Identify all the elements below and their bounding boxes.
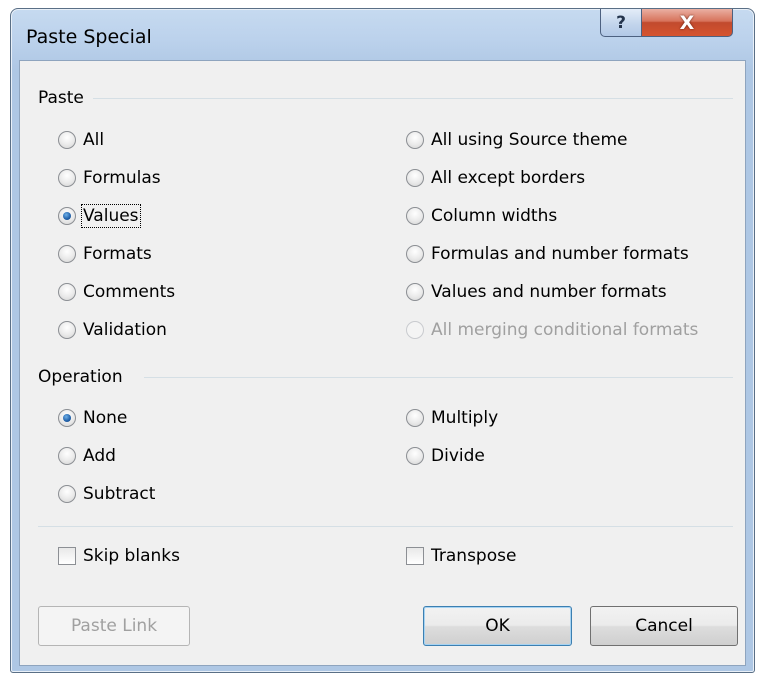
transpose-option[interactable]: Transpose <box>406 544 516 568</box>
radio-button[interactable] <box>406 409 424 427</box>
paste-option-formulas-and-number-formats[interactable]: Formulas and number formats <box>406 242 689 266</box>
paste-link-button: Paste Link <box>38 606 190 646</box>
radio-button[interactable] <box>58 485 76 503</box>
radio-button[interactable] <box>406 207 424 225</box>
option-label: Multiply <box>431 408 499 428</box>
paste-option-all[interactable]: All <box>58 128 104 152</box>
radio-button[interactable] <box>406 131 424 149</box>
option-label: All except borders <box>431 168 586 188</box>
radio-button[interactable] <box>58 283 76 301</box>
skip-blanks-checkbox[interactable] <box>58 547 76 565</box>
operation-option-subtract[interactable]: Subtract <box>58 482 155 506</box>
operation-group-divider <box>144 377 733 378</box>
paste-option-column-widths[interactable]: Column widths <box>406 204 557 228</box>
operation-option-none[interactable]: None <box>58 406 127 430</box>
radio-button-disabled <box>406 321 424 339</box>
radio-button[interactable] <box>406 169 424 187</box>
option-label: Divide <box>431 446 485 466</box>
ok-button[interactable]: OK <box>423 606 572 646</box>
radio-button[interactable] <box>58 245 76 263</box>
radio-button-selected[interactable] <box>58 207 76 225</box>
operation-option-multiply[interactable]: Multiply <box>406 406 498 430</box>
radio-button-selected[interactable] <box>58 409 76 427</box>
option-label: Values and number formats <box>431 282 667 302</box>
radio-button[interactable] <box>58 131 76 149</box>
transpose-checkbox[interactable] <box>406 547 424 565</box>
option-label: All merging conditional formats <box>431 320 699 340</box>
title-bar[interactable]: Paste Special ? X <box>11 9 754 59</box>
radio-button[interactable] <box>406 447 424 465</box>
radio-button[interactable] <box>58 169 76 187</box>
option-label: Formats <box>83 244 152 264</box>
option-label: Formulas and number formats <box>431 244 689 264</box>
transpose-label: Transpose <box>431 546 517 566</box>
option-label: Formulas <box>83 168 161 188</box>
paste-option-values[interactable]: Values <box>58 204 141 228</box>
option-label: Comments <box>83 282 176 302</box>
skip-blanks-label: Skip blanks <box>83 546 180 566</box>
cancel-button[interactable]: Cancel <box>590 606 738 646</box>
radio-button[interactable] <box>58 447 76 465</box>
dialog-body: Paste All Formulas Values Formats Commen… <box>19 60 746 666</box>
radio-button[interactable] <box>58 321 76 339</box>
section-divider <box>38 526 733 527</box>
paste-option-validation[interactable]: Validation <box>58 318 167 342</box>
option-label: Column widths <box>431 206 558 226</box>
paste-option-all-except-borders[interactable]: All except borders <box>406 166 585 190</box>
help-button[interactable]: ? <box>600 9 642 37</box>
option-label: All using Source theme <box>431 130 628 150</box>
paste-option-values-and-number-formats[interactable]: Values and number formats <box>406 280 667 304</box>
paste-option-comments[interactable]: Comments <box>58 280 175 304</box>
paste-option-all-using-source-theme[interactable]: All using Source theme <box>406 128 628 152</box>
skip-blanks-option[interactable]: Skip blanks <box>58 544 180 568</box>
paste-option-all-merging-conditional-formats: All merging conditional formats <box>406 318 698 342</box>
operation-option-add[interactable]: Add <box>58 444 116 468</box>
radio-button[interactable] <box>406 245 424 263</box>
paste-group-label: Paste <box>38 88 84 108</box>
radio-button[interactable] <box>406 283 424 301</box>
paste-special-dialog: Paste Special ? X Paste All Formulas Val… <box>10 8 755 673</box>
option-label: All <box>83 130 105 150</box>
close-button[interactable]: X <box>641 9 733 37</box>
help-icon: ? <box>616 12 626 33</box>
paste-option-formats[interactable]: Formats <box>58 242 152 266</box>
operation-option-divide[interactable]: Divide <box>406 444 485 468</box>
close-icon: X <box>679 11 695 34</box>
paste-option-formulas[interactable]: Formulas <box>58 166 161 190</box>
option-label: Validation <box>83 320 167 340</box>
option-label: None <box>83 408 128 428</box>
operation-group-label: Operation <box>38 367 123 387</box>
option-label: Add <box>83 446 116 466</box>
paste-group-divider <box>93 98 733 99</box>
option-label: Values <box>81 204 141 228</box>
option-label: Subtract <box>83 484 156 504</box>
dialog-title: Paste Special <box>26 26 152 48</box>
